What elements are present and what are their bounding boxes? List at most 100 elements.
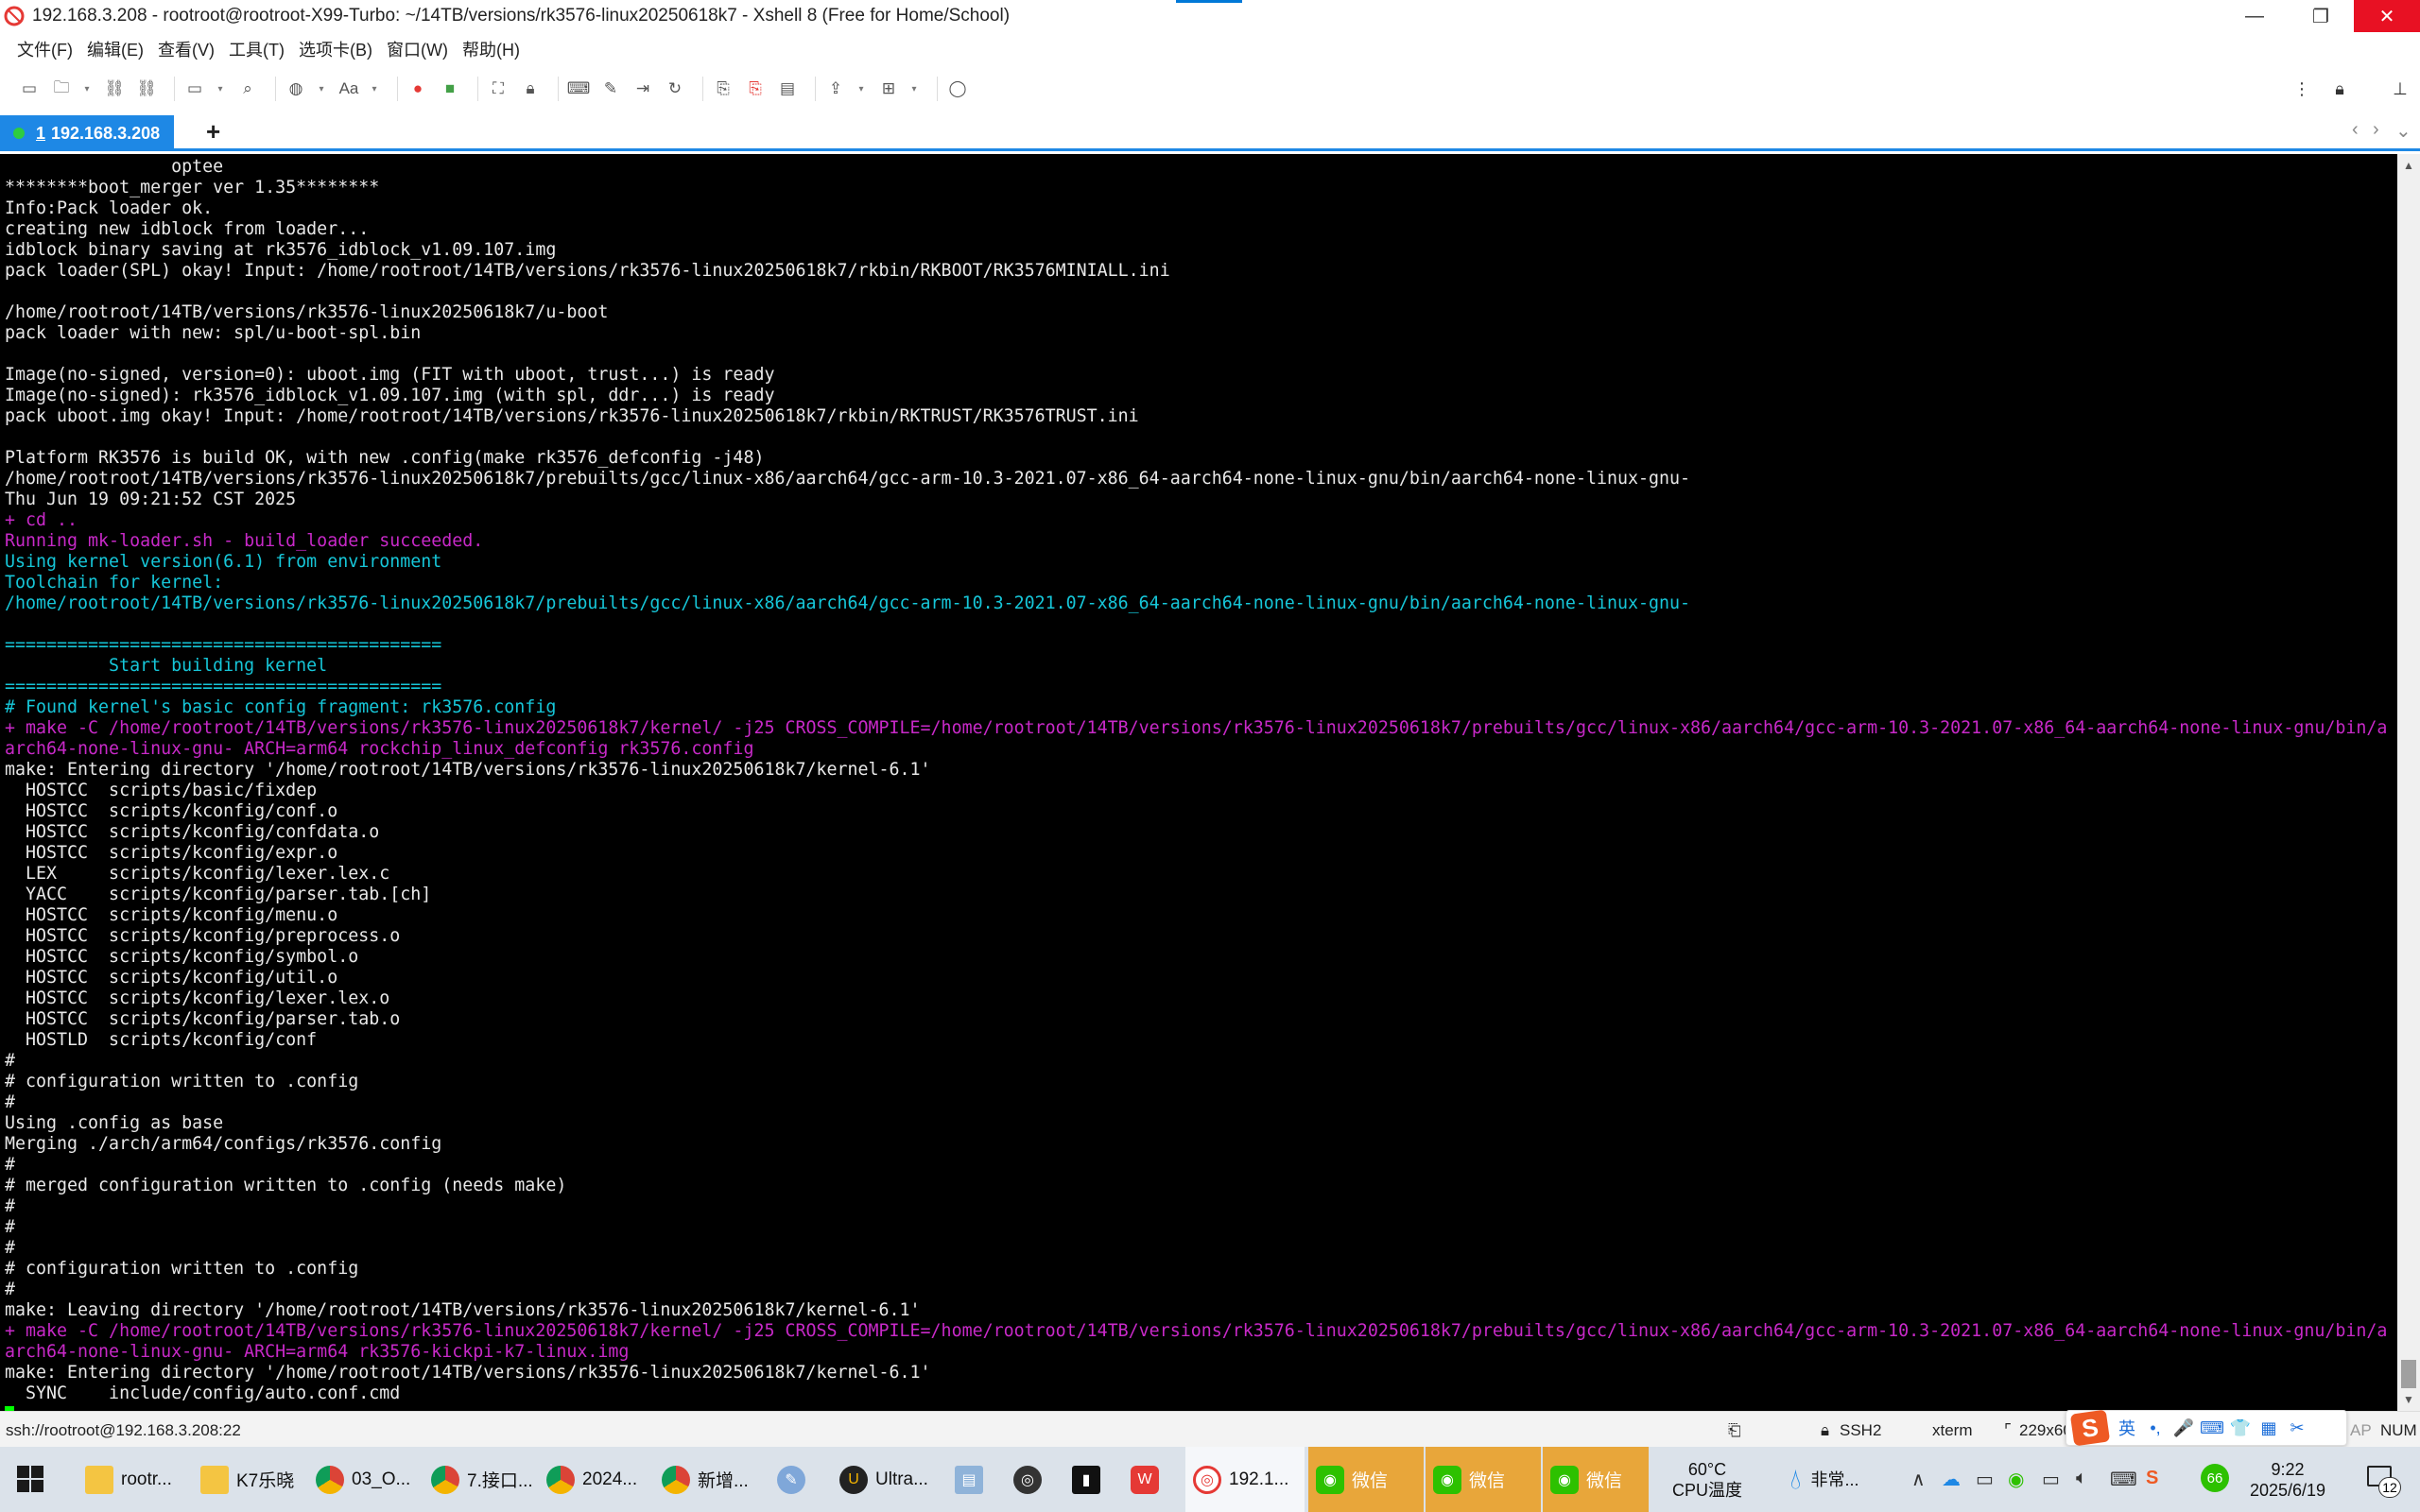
dropdown-icon[interactable]: ▾ [908,77,920,101]
menu-view[interactable]: 查看(V) [158,37,215,61]
mute-icon[interactable]: 🔈︎ [2076,1468,2087,1489]
menu-tab[interactable]: 选项卡(B) [299,37,372,61]
dropdown-icon[interactable]: ▾ [369,77,380,101]
taskbar-wps[interactable]: W [1123,1447,1180,1512]
open-folder-icon[interactable]: 🗀 [49,77,74,101]
reconnect-icon[interactable]: ⛓ [102,77,127,101]
taskbar-wechat-3[interactable]: ◉ 微信 [1543,1447,1649,1512]
dropdown-icon[interactable]: ▾ [215,77,226,101]
ime-tray-icon[interactable]: ⌨ [2110,1468,2137,1491]
scroll-up-icon[interactable]: ▲ [2397,154,2420,177]
ime-toolbox-icon[interactable]: ▦ [2256,1418,2282,1438]
network-icon[interactable]: ▭ [2042,1468,2060,1491]
taskbar-chrome-new[interactable]: 新增... [654,1447,766,1512]
ime-lang-toggle[interactable]: 英 [2114,1416,2140,1440]
taskbar-wechat-2[interactable]: ◉ 微信 [1426,1447,1541,1512]
dropdown-icon[interactable]: ▾ [81,77,93,101]
new-tab-icon[interactable]: ▭ [182,77,207,101]
terminal-scrollbar[interactable]: ▲ ▼ [2397,154,2420,1411]
new-session-icon[interactable]: ▭ [17,77,42,101]
record-icon[interactable]: ⎘ [743,77,768,101]
minimize-button[interactable]: — [2221,0,2288,32]
lock-screen-icon[interactable]: 🔒︎ [2327,77,2352,101]
tab-prev-icon[interactable]: ‹ [2352,119,2359,141]
cpu-temp-widget[interactable]: 60°C CPU温度 [1660,1447,1754,1512]
tab-session-1[interactable]: 1 192.168.3.208 [0,115,174,151]
terminal-line: make: Leaving directory '/home/rootroot/… [5,1300,921,1320]
scroll-down-icon[interactable]: ▼ [2397,1388,2420,1411]
ime-voice-icon[interactable]: 🎤 [2170,1418,2197,1438]
terminal-line: /home/rootroot/14TB/versions/rk3576-linu… [5,302,609,322]
scroll-thumb[interactable] [2401,1360,2416,1388]
show-hidden-icons[interactable]: ∧ [1911,1468,1926,1491]
taskbar-xshell[interactable]: ◎ 192.1... [1185,1447,1305,1512]
file-transfer-icon[interactable]: ⇪ [823,77,848,101]
taskbar-terminal[interactable]: ▮ [1064,1447,1121,1512]
layout-icon[interactable]: ⊞ [876,77,901,101]
disconnect-icon[interactable]: ⛓ [134,77,159,101]
taskbar-chrome-7[interactable]: 7.接口... [424,1447,535,1512]
taskbar-folder-rootroot[interactable]: rootr... [78,1447,189,1512]
menu-edit[interactable]: 编辑(E) [87,37,144,61]
menu-tools[interactable]: 工具(T) [229,37,285,61]
menu-help[interactable]: 帮助(H) [462,37,520,61]
taskbar-ultraedit[interactable]: U Ultra... [832,1447,943,1512]
search-icon[interactable]: ⌕ [235,77,260,101]
globe-icon[interactable]: ◍ [284,77,308,101]
close-button[interactable]: ✕ [2354,0,2420,32]
terminal-line: HOSTCC scripts/kconfig/conf.o [5,801,338,821]
fullscreen-icon[interactable]: ⛶ [486,77,510,101]
sogou-tray-icon[interactable]: S [2146,1468,2158,1489]
ime-keyboard-icon[interactable]: ⌨ [2199,1418,2225,1438]
more-options-icon[interactable]: ⋮ [2290,77,2314,101]
transfer-icon[interactable]: ⎘ [711,77,735,101]
wechat-tray-icon[interactable]: ◉ [2008,1468,2024,1491]
script-icon[interactable]: ⇥ [631,77,655,101]
terminal-line: pack loader with new: spl/u-boot-spl.bin [5,323,422,343]
taskbar-notepad[interactable]: ▤ [947,1447,1004,1512]
windows-start-icon[interactable] [17,1466,43,1492]
status-bar: ssh://rootroot@192.168.3.208:22 ⎗ 🔒︎ SSH… [0,1411,2420,1447]
num-indicator: NUM [2380,1421,2417,1439]
lock-icon[interactable]: 🔒︎ [518,77,543,101]
badge-66-icon[interactable]: 66 [2201,1464,2229,1492]
compose-icon[interactable]: ✎ [598,77,623,101]
dropdown-icon[interactable]: ▾ [316,77,327,101]
cloud-icon[interactable]: ☁ [1942,1468,1961,1491]
maximize-button[interactable]: ❐ [2288,0,2354,32]
font-icon[interactable]: Aa [337,77,361,101]
menu-file[interactable]: 文件(F) [17,37,73,61]
sogou-logo-icon[interactable]: S [2069,1409,2111,1447]
keyboard-icon[interactable]: ⌨ [566,77,591,101]
battery-icon[interactable]: ▭ [1976,1468,1994,1491]
macro-icon[interactable]: ↻ [663,77,687,101]
add-tab-button[interactable]: + [206,117,220,146]
terminal-output[interactable]: optee ********boot_merger ver 1.35*******… [0,154,2397,1411]
notification-center-icon[interactable]: 12 [2363,1462,2401,1498]
xftp-icon[interactable]: ● [406,77,430,101]
menu-window[interactable]: 窗口(W) [387,37,448,61]
log-icon[interactable]: ▤ [775,77,800,101]
pin-icon[interactable]: ⊥ [2388,77,2412,101]
taskbar-chrome-03[interactable]: 03_O... [308,1447,420,1512]
taskbar-chrome-2024[interactable]: 2024... [539,1447,650,1512]
xshell-green-icon[interactable]: ■ [438,77,462,101]
ime-punct-icon[interactable]: •, [2142,1418,2169,1438]
ime-more-icon[interactable]: ✂ [2284,1418,2310,1438]
menu-bar: 文件(F) 编辑(E) 查看(V) 工具(T) 选项卡(B) 窗口(W) 帮助(… [0,32,2420,66]
session-info-icon[interactable]: ⎗ [1728,1421,1741,1440]
clock[interactable]: 9:22 2025/6/19 [2231,1447,2344,1512]
dropdown-icon[interactable]: ▾ [856,77,867,101]
xshell-icon: ◎ [1193,1465,1221,1494]
taskbar-wechat-1[interactable]: ◉ 微信 [1308,1447,1424,1512]
chat-icon[interactable]: ◯ [945,77,970,101]
taskbar-folder-k7[interactable]: K7乐晓 [193,1447,304,1512]
ultraedit-icon: U [839,1465,868,1494]
tab-list-icon[interactable]: ⌄ [2395,119,2411,143]
taskbar-tool[interactable]: ✎ [769,1447,830,1512]
tab-next-icon[interactable]: › [2373,119,2379,141]
ime-skin-icon[interactable]: 👕 [2227,1418,2254,1438]
weather-widget[interactable]: 💧︎ 非常... [1768,1447,1881,1512]
terminal-line: optee [5,157,224,177]
taskbar-obs[interactable]: ◎ [1006,1447,1063,1512]
